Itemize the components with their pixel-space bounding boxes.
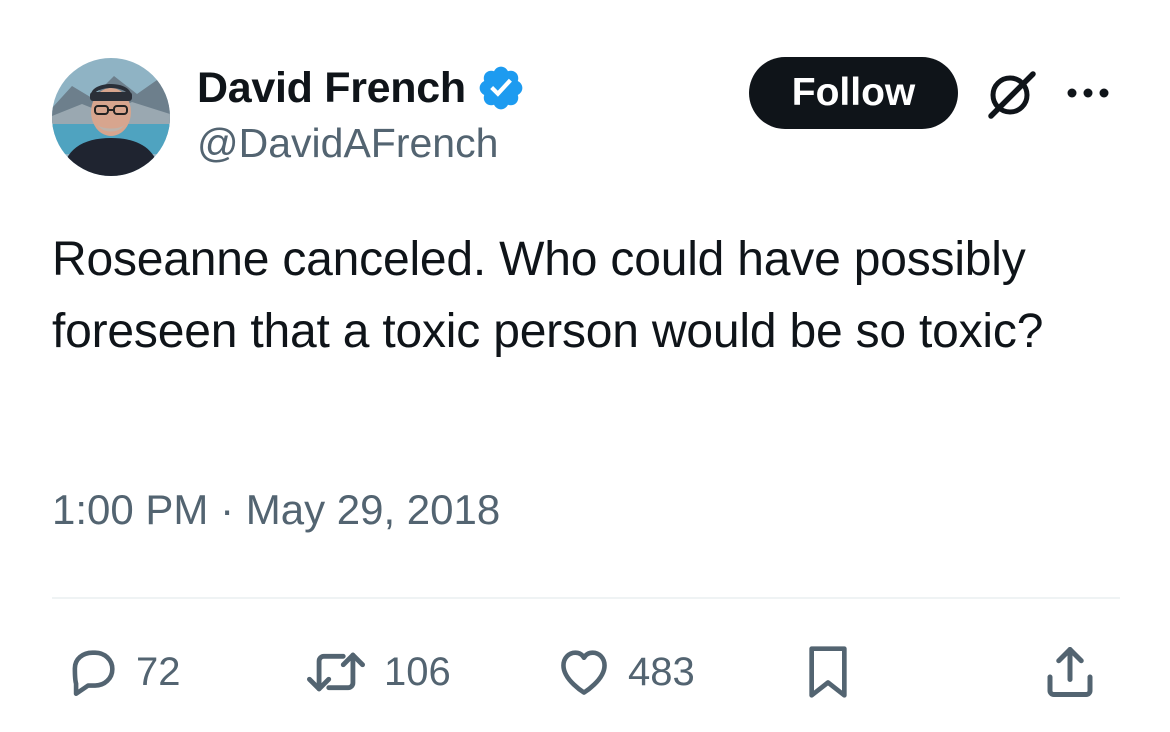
reply-count: 72 xyxy=(136,649,181,694)
divider xyxy=(52,597,1120,599)
retweet-icon xyxy=(307,652,366,692)
action-bar: 72 106 483 xyxy=(0,632,1170,712)
reply-icon xyxy=(72,650,115,697)
tweet-timestamp[interactable]: 1:00 PM · May 29, 2018 xyxy=(52,486,500,534)
reply-button[interactable]: 72 xyxy=(64,632,181,712)
follow-button[interactable]: Follow xyxy=(749,57,958,129)
bookmark-button[interactable] xyxy=(800,632,856,712)
author-name-row: David French xyxy=(197,60,526,116)
tweet-text: Roseanne canceled. Who could have possib… xyxy=(52,233,1044,358)
author-display-name[interactable]: David French xyxy=(197,64,466,113)
grok-icon[interactable] xyxy=(983,66,1039,122)
like-button[interactable]: 483 xyxy=(554,632,695,712)
share-button[interactable] xyxy=(1040,632,1100,712)
share-icon xyxy=(1047,647,1093,697)
more-icon[interactable] xyxy=(1062,78,1114,108)
like-count: 483 xyxy=(628,649,695,694)
retweet-button[interactable]: 106 xyxy=(302,632,451,712)
verified-badge-icon[interactable] xyxy=(476,63,526,113)
author-handle[interactable]: @DavidAFrench xyxy=(197,120,498,167)
avatar[interactable] xyxy=(52,58,170,176)
bookmark-icon xyxy=(809,646,847,698)
retweet-count: 106 xyxy=(384,649,451,694)
heart-icon xyxy=(561,650,607,695)
